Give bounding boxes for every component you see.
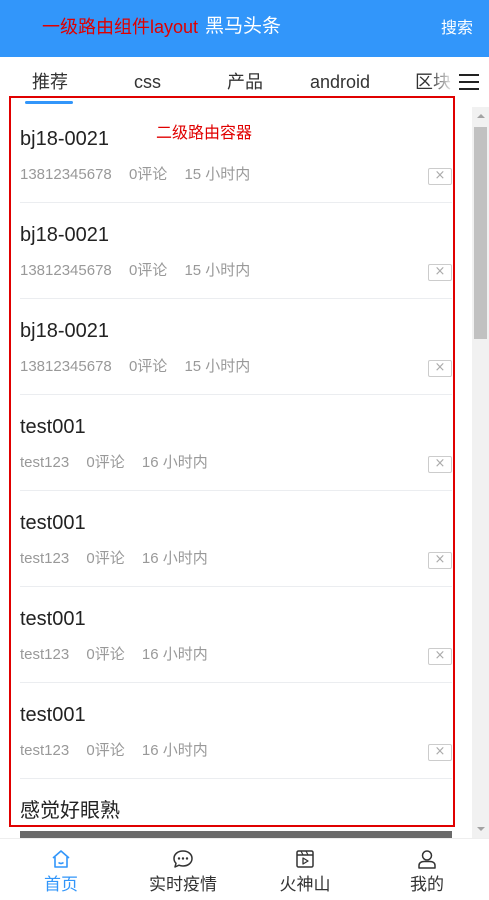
video-icon [296,850,314,868]
search-button[interactable]: 搜索 [441,19,473,39]
close-icon[interactable]: × [428,744,452,761]
list-item[interactable]: bj18-0021 13812345678 0评论 15 小时内 × [20,299,452,395]
article-time: 16 小时内 [141,646,208,663]
close-icon[interactable]: × [428,168,452,185]
article-title: test001 [20,704,86,726]
article-author: test123 [20,646,70,663]
tabbar-item-mine[interactable]: 我的 [366,839,488,900]
scroll-up-arrow-icon[interactable] [472,107,489,124]
chat-icon [173,850,193,868]
article-title: 感觉好眼熟 [20,800,120,822]
home-icon [52,850,70,868]
list-item[interactable]: test001 test123 0评论 16 小时内 × [20,395,452,491]
article-time: 16 小时内 [141,454,208,471]
tabbar-label: 我的 [410,875,444,894]
article-title: bj18-0021 [20,320,109,342]
channel-tabs: 推荐 css 产品 android 区块 [0,57,489,107]
list-item[interactable]: bj18-0021 13812345678 0评论 15 小时内 × [20,107,452,203]
article-comments: 0评论 [86,742,125,759]
article-comments: 0评论 [128,166,168,183]
article-meta: 13812345678 0评论 15 小时内 [20,166,263,184]
article-comments: 0评论 [128,358,168,375]
close-icon[interactable]: × [428,360,452,377]
article-comments: 0评论 [86,646,125,663]
article-title: bj18-0021 [20,224,109,246]
menu-icon-line [459,88,479,90]
user-icon [418,850,436,869]
tabbar-label: 实时疫情 [149,875,217,894]
article-author: test123 [20,550,70,567]
list-item[interactable]: bj18-0021 13812345678 0评论 15 小时内 × [20,203,452,299]
article-author: test123 [20,454,70,471]
article-meta: test123 0评论 16 小时内 [20,646,221,664]
scroll-down-arrow-icon[interactable] [472,821,489,838]
list-item[interactable]: test001 test123 0评论 16 小时内 × [20,587,452,683]
article-meta: test123 0评论 16 小时内 [20,742,221,760]
router-view-annotation: 二级路由容器 [156,125,253,142]
channel-menu-button[interactable] [454,57,489,107]
list-item[interactable]: test001 test123 0评论 16 小时内 × [20,683,452,779]
tab-fade-overlay [430,57,454,107]
article-comments: 0评论 [86,550,125,567]
article-title: test001 [20,512,86,534]
tabbar-label: 首页 [44,875,78,894]
article-meta: test123 0评论 16 小时内 [20,454,221,472]
tab-android[interactable]: android [310,71,370,93]
article-comments: 0评论 [86,454,125,471]
article-list[interactable]: bj18-0021 13812345678 0评论 15 小时内 × bj18-… [0,107,489,838]
tabbar-item-home[interactable]: 首页 [0,839,122,900]
scrollbar-thumb[interactable] [474,127,487,339]
article-title: test001 [20,416,86,438]
article-title: bj18-0021 [20,128,109,150]
page-title: 黑马头条 [205,16,282,37]
tab-css[interactable]: css [134,71,161,93]
article-time: 15 小时内 [184,358,251,375]
close-icon[interactable]: × [428,552,452,569]
article-title: test001 [20,608,86,630]
article-time: 16 小时内 [141,550,208,567]
nav-bar: 一级路由组件layout 黑马头条 搜索 [0,0,489,57]
list-item[interactable]: 感觉好眼熟 [20,779,452,838]
bottom-tab-bar: 首页 实时疫情 火神山 我的 [0,838,489,900]
menu-icon-line [459,81,479,83]
list-item[interactable]: test001 test123 0评论 16 小时内 × [20,491,452,587]
article-meta: 13812345678 0评论 15 小时内 [20,358,263,376]
article-time: 15 小时内 [184,262,251,279]
article-comments: 0评论 [128,262,168,279]
article-author: 13812345678 [20,358,112,375]
article-author: 13812345678 [20,262,112,279]
article-time: 16 小时内 [141,742,208,759]
article-meta: test123 0评论 16 小时内 [20,550,221,568]
tab-product[interactable]: 产品 [227,71,263,93]
active-tab-indicator [25,101,73,104]
close-icon[interactable]: × [428,456,452,473]
tabbar-item-epidemic[interactable]: 实时疫情 [122,839,244,900]
tabbar-item-huoshenshan[interactable]: 火神山 [244,839,366,900]
layout-annotation: 一级路由组件layout [42,17,199,37]
article-cover-image [20,831,452,838]
article-author: 13812345678 [20,166,112,183]
article-meta: 13812345678 0评论 15 小时内 [20,262,263,280]
tabbar-label: 火神山 [279,875,331,894]
tab-recommend[interactable]: 推荐 [32,71,68,93]
close-icon[interactable]: × [428,264,452,281]
menu-icon-line [459,74,479,76]
close-icon[interactable]: × [428,648,452,665]
vertical-scrollbar[interactable] [472,107,489,838]
article-time: 15 小时内 [184,166,251,183]
article-author: test123 [20,742,70,759]
